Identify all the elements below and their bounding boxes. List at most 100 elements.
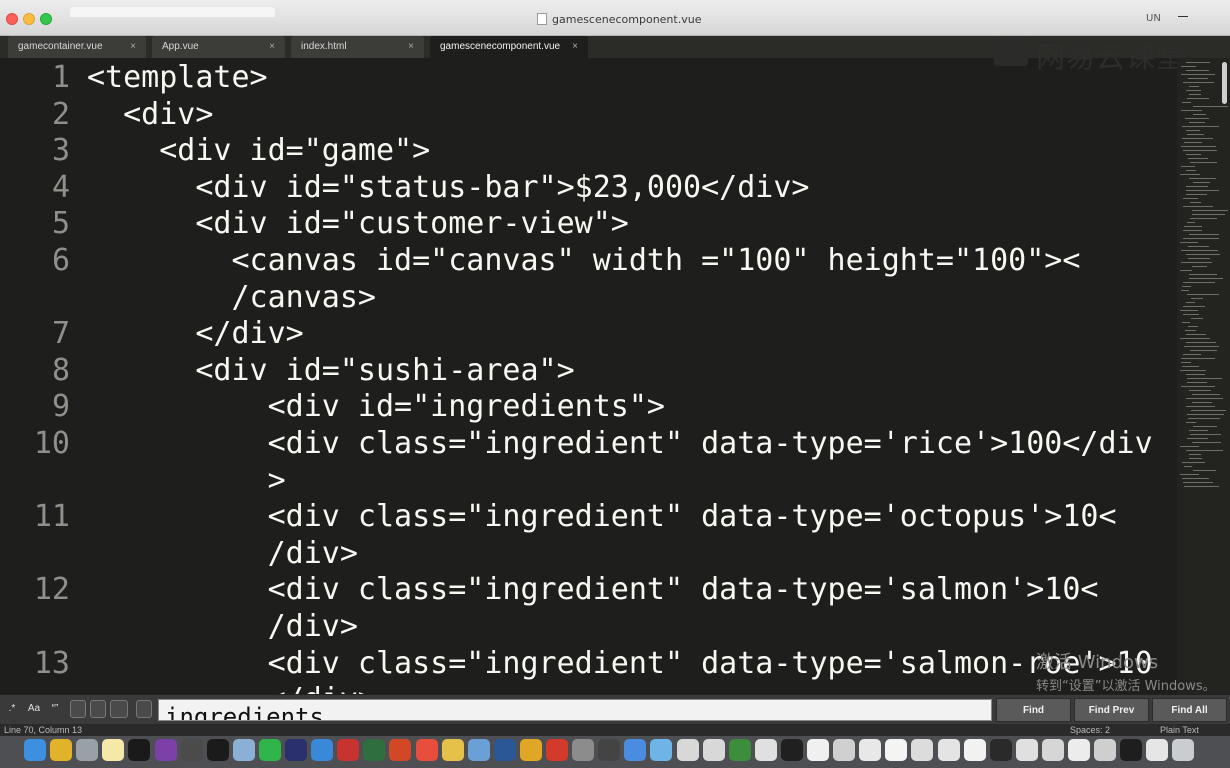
window-thumb-2[interactable] xyxy=(702,739,725,761)
ppt-icon[interactable] xyxy=(389,739,412,761)
app-c-icon[interactable] xyxy=(258,739,281,761)
code-editor[interactable]: 1 <template> 2 <div> 3 <div id="game"> 4 <di… xyxy=(0,58,1175,694)
highlight-matches-icon[interactable] xyxy=(110,700,128,718)
window-thumb-14[interactable] xyxy=(1015,739,1038,761)
minimize-window-button[interactable] xyxy=(23,13,35,25)
code-line[interactable]: > xyxy=(87,463,286,499)
minimap-line xyxy=(1187,134,1204,135)
window-thumb-1[interactable] xyxy=(676,739,699,761)
notes-icon[interactable] xyxy=(102,739,125,761)
case-sensitive-toggle[interactable]: Aa xyxy=(24,700,44,718)
netease-icon[interactable] xyxy=(337,739,360,761)
tab-close-icon[interactable]: × xyxy=(408,36,414,58)
window-thumb-11[interactable] xyxy=(937,739,960,761)
code-line[interactable]: <template> xyxy=(87,60,268,96)
window-thumb-15[interactable] xyxy=(1041,739,1064,761)
tab-close-icon[interactable]: × xyxy=(269,36,275,58)
finder-icon[interactable] xyxy=(24,739,46,761)
minimap-line xyxy=(1183,306,1205,307)
spinner-icon[interactable] xyxy=(363,739,386,761)
window-thumb-4[interactable] xyxy=(754,739,777,761)
code-line[interactable]: <div class="ingredient" data-type='octop… xyxy=(87,499,1117,535)
window-thumb-5[interactable] xyxy=(780,739,803,761)
window-thumb-18[interactable] xyxy=(1120,739,1143,761)
window-thumb-13[interactable] xyxy=(989,739,1012,761)
word-icon[interactable] xyxy=(493,739,516,761)
chrome-icon[interactable] xyxy=(50,739,73,761)
code-line[interactable]: </div> xyxy=(87,316,303,352)
find-prev-button[interactable]: Find Prev xyxy=(1074,698,1149,722)
tab-close-icon[interactable]: × xyxy=(130,36,136,58)
minimap-line xyxy=(1186,194,1207,195)
window-thumb-3[interactable] xyxy=(728,739,751,761)
regex-toggle[interactable]: .* xyxy=(2,700,22,718)
window-thumb-17[interactable] xyxy=(1094,739,1117,761)
tab-index-html[interactable]: index.html × xyxy=(291,36,424,58)
code-line[interactable]: <div id="status-bar">$23,000</div> xyxy=(87,170,809,206)
launchpad-icon[interactable] xyxy=(76,739,99,761)
minimap-line xyxy=(1189,86,1199,87)
minimap-line xyxy=(1186,406,1215,407)
chrome-icon-2[interactable] xyxy=(519,739,542,761)
window-thumb-19[interactable] xyxy=(1146,739,1169,761)
code-line[interactable]: /canvas> xyxy=(87,280,376,316)
code-line[interactable]: <div> xyxy=(87,97,213,133)
code-line[interactable]: /div> xyxy=(87,536,358,572)
safari-icon[interactable] xyxy=(311,739,334,761)
minimap-line xyxy=(1191,298,1203,299)
find-input[interactable]: ingredients xyxy=(158,699,992,721)
indentation-setting[interactable]: Spaces: 2 xyxy=(1070,724,1110,736)
system-preferences-icon[interactable] xyxy=(572,739,595,761)
app-s-icon[interactable] xyxy=(546,739,568,761)
preview-icon[interactable] xyxy=(232,739,255,761)
line-number: 3 xyxy=(51,133,70,169)
code-line[interactable]: </div> xyxy=(87,682,376,694)
window-thumb-6[interactable] xyxy=(807,739,829,761)
sublime-text-icon[interactable] xyxy=(180,739,203,761)
multicolor-app-icon[interactable] xyxy=(415,739,438,761)
folder-icon-2[interactable] xyxy=(650,739,673,761)
minimap[interactable] xyxy=(1177,58,1230,694)
code-line[interactable]: <canvas id="canvas" width ="100" height=… xyxy=(87,243,1080,279)
activity-monitor-icon[interactable] xyxy=(206,739,229,761)
minimize-icon[interactable] xyxy=(1178,16,1188,17)
whole-word-toggle[interactable]: “” xyxy=(46,700,64,718)
tab-close-icon[interactable]: × xyxy=(572,36,578,58)
show-context-icon[interactable] xyxy=(136,700,152,718)
window-thumb-12[interactable] xyxy=(963,739,986,761)
tab-gamescenecomponent[interactable]: gamescenecomponent.vue × xyxy=(430,36,588,58)
code-line[interactable]: <div class="ingredient" data-type='rice'… xyxy=(87,426,1153,462)
terminal-icon[interactable] xyxy=(128,739,151,761)
find-all-button[interactable]: Find All xyxy=(1152,698,1227,722)
code-line[interactable]: <div class="ingredient" data-type='salmo… xyxy=(87,572,1099,608)
folder-icon[interactable] xyxy=(441,739,464,761)
code-line[interactable]: <div id="game"> xyxy=(87,133,430,169)
find-button[interactable]: Find xyxy=(996,698,1071,722)
code-line[interactable]: <div id="ingredients"> xyxy=(87,389,665,425)
minimap-line xyxy=(1189,178,1216,179)
window-thumb-9[interactable] xyxy=(885,739,908,761)
code-line[interactable]: <div id="sushi-area"> xyxy=(87,353,574,389)
code-line[interactable]: /div> xyxy=(87,609,358,645)
wrap-icon[interactable] xyxy=(70,700,86,718)
window-thumb-16[interactable] xyxy=(1068,739,1090,761)
window-thumb-7[interactable] xyxy=(833,739,856,761)
close-window-button[interactable] xyxy=(6,13,18,25)
code-line[interactable]: <div id="customer-view"> xyxy=(87,206,629,242)
tab-app[interactable]: App.vue × xyxy=(152,36,285,58)
minimap-line xyxy=(1184,142,1202,143)
vertical-scrollbar[interactable] xyxy=(1222,62,1227,104)
trash-icon[interactable] xyxy=(1172,739,1195,761)
tab-gamecontainer[interactable]: gamecontainer.vue × xyxy=(8,36,146,58)
music-icon[interactable] xyxy=(598,739,621,761)
window-thumb-8[interactable] xyxy=(859,739,882,761)
window-thumb-10[interactable] xyxy=(911,739,934,761)
in-selection-icon[interactable] xyxy=(90,700,106,718)
maximize-window-button[interactable] xyxy=(40,13,52,25)
pen-icon[interactable] xyxy=(467,739,490,761)
globe-icon[interactable] xyxy=(285,739,307,761)
axure-rp-icon[interactable] xyxy=(154,739,177,761)
code-line[interactable]: <div class="ingredient" data-type='salmo… xyxy=(87,646,1153,682)
syntax-setting[interactable]: Plain Text xyxy=(1160,724,1199,736)
bird-icon[interactable] xyxy=(624,739,647,761)
